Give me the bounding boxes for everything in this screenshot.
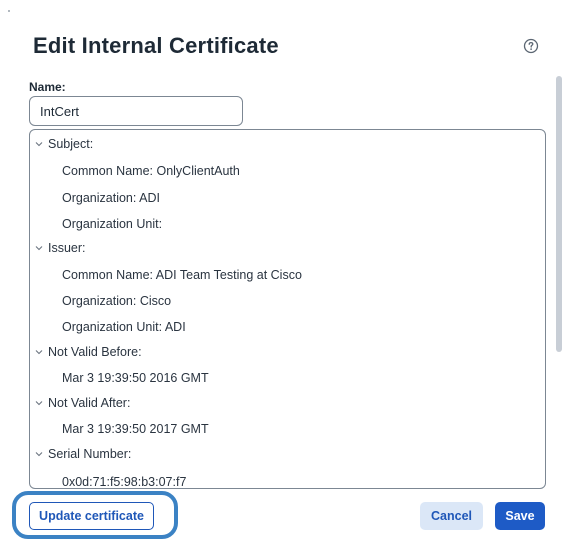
certificate-details-box: Subject: Common Name: OnlyClientAuth Org…: [29, 129, 546, 489]
not-valid-before-date: Mar 3 19:39:50 2016 GMT: [62, 371, 209, 385]
section-label: Serial Number:: [48, 447, 132, 461]
section-serial-number[interactable]: Serial Number:: [34, 444, 131, 464]
chevron-down-icon: [35, 451, 43, 456]
issuer-common-name: Common Name: ADI Team Testing at Cisco: [62, 268, 302, 282]
section-not-valid-before[interactable]: Not Valid Before:: [34, 342, 142, 362]
cancel-button[interactable]: Cancel: [420, 502, 483, 530]
chevron-down-icon: [35, 245, 43, 250]
name-label: Name:: [29, 80, 66, 94]
chevron-down-icon: [35, 400, 43, 405]
subject-organization-unit: Organization Unit:: [62, 217, 163, 231]
not-valid-after-date: Mar 3 19:39:50 2017 GMT: [62, 422, 209, 436]
section-label: Not Valid Before:: [48, 345, 142, 359]
chevron-down-icon: [35, 349, 43, 354]
section-not-valid-after[interactable]: Not Valid After:: [34, 393, 130, 413]
chevron-down-icon: [35, 141, 43, 146]
section-subject[interactable]: Subject:: [34, 134, 93, 154]
corner-dot: [8, 10, 10, 12]
section-label: Issuer:: [48, 241, 86, 255]
update-certificate-button[interactable]: Update certificate: [29, 502, 154, 530]
subject-common-name: Common Name: OnlyClientAuth: [62, 164, 240, 178]
dialog-scrollbar-thumb[interactable]: [556, 76, 562, 352]
serial-number-value: 0x0d:71:f5:98:b3:07:f7: [62, 475, 187, 489]
dialog-title: Edit Internal Certificate: [33, 33, 279, 58]
name-input[interactable]: [29, 96, 243, 126]
question-circle-icon[interactable]: [523, 38, 539, 54]
section-label: Subject:: [48, 137, 94, 151]
subject-organization: Organization: ADI: [62, 191, 160, 205]
issuer-organization: Organization: Cisco: [62, 294, 172, 308]
save-button[interactable]: Save: [495, 502, 545, 530]
issuer-organization-unit: Organization Unit: ADI: [62, 320, 186, 334]
section-label: Not Valid After:: [48, 396, 131, 410]
section-issuer[interactable]: Issuer:: [34, 238, 86, 258]
